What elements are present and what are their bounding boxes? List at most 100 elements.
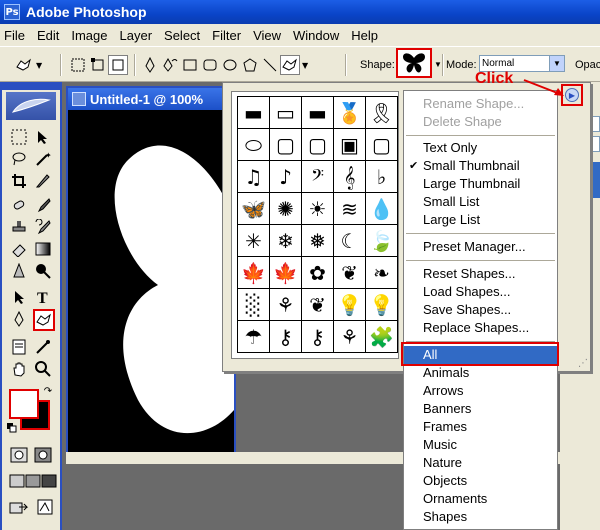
menu-filter[interactable]: Filter <box>212 28 241 43</box>
shape-thumbnail[interactable]: ❄ <box>270 225 302 257</box>
shape-thumbnail[interactable]: ✺ <box>270 193 302 225</box>
shape-thumbnail[interactable]: ❧ <box>366 257 398 289</box>
shape-thumbnail[interactable]: ❅ <box>302 225 334 257</box>
gradient-icon[interactable] <box>32 238 54 260</box>
menu-image[interactable]: Image <box>71 28 107 43</box>
shape-thumbnail[interactable]: ░ <box>238 289 270 321</box>
menu-item-arrows[interactable]: Arrows <box>404 382 557 400</box>
canvas[interactable] <box>68 110 234 462</box>
shape-thumbnail[interactable]: ❦ <box>302 289 334 321</box>
menu-item-preset-manager[interactable]: Preset Manager... <box>404 238 557 256</box>
feather-logo-icon[interactable] <box>6 92 56 120</box>
quick-mask-icon[interactable] <box>32 444 54 466</box>
shape-thumbnail[interactable]: ☂ <box>238 321 270 353</box>
foreground-color-swatch[interactable] <box>9 389 39 419</box>
standard-mode-icon[interactable] <box>8 444 30 466</box>
shape-thumbnail[interactable]: 🧩 <box>366 321 398 353</box>
shape-thumbnail[interactable]: 🍁 <box>238 257 270 289</box>
healing-brush-icon[interactable] <box>8 194 30 216</box>
shape-thumbnail[interactable]: ☀ <box>302 193 334 225</box>
menu-item-reset-shapes[interactable]: Reset Shapes... <box>404 265 557 283</box>
shape-thumbnail[interactable]: ✳ <box>238 225 270 257</box>
shape-thumbnail[interactable]: ✿ <box>302 257 334 289</box>
pen-icon[interactable] <box>140 55 160 75</box>
freeform-pen-icon[interactable] <box>160 55 180 75</box>
ellipse-icon[interactable] <box>220 55 240 75</box>
menu-item-nature[interactable]: Nature <box>404 454 557 472</box>
shape-thumbnail[interactable]: 💧 <box>366 193 398 225</box>
brush-icon[interactable] <box>32 194 54 216</box>
tool-preset-picker[interactable]: ▼ <box>14 54 42 76</box>
rounded-rectangle-icon[interactable] <box>200 55 220 75</box>
marquee-icon[interactable] <box>8 126 30 148</box>
menu-item-large-list[interactable]: Large List <box>404 211 557 229</box>
menu-item-frames[interactable]: Frames <box>404 418 557 436</box>
shape-thumbnail[interactable]: ♪ <box>270 161 302 193</box>
document-window[interactable]: Untitled-1 @ 100% <box>66 86 236 464</box>
custom-shape-tool-icon[interactable] <box>33 309 55 331</box>
pen-tool-icon[interactable] <box>8 308 30 330</box>
shape-thumbnail[interactable]: ❦ <box>334 257 366 289</box>
shape-layers-icon[interactable] <box>68 55 88 75</box>
shape-thumbnail[interactable]: ▬ <box>238 97 270 129</box>
menu-help[interactable]: Help <box>351 28 378 43</box>
shape-thumbnail[interactable]: 𝄢 <box>302 161 334 193</box>
menu-item-save-shapes[interactable]: Save Shapes... <box>404 301 557 319</box>
move-icon[interactable] <box>32 126 54 148</box>
swap-colors-icon[interactable]: ↷ <box>42 385 54 397</box>
shape-thumbnail[interactable]: ▢ <box>302 129 334 161</box>
menu-window[interactable]: Window <box>293 28 339 43</box>
eyedropper-icon[interactable] <box>32 336 54 358</box>
menu-select[interactable]: Select <box>164 28 200 43</box>
menu-item-delete-shape[interactable]: Delete Shape <box>404 113 557 131</box>
custom-shape-icon[interactable] <box>280 55 300 75</box>
menu-item-small-list[interactable]: Small List <box>404 193 557 211</box>
resize-grip-icon[interactable]: ⋰ <box>578 358 588 369</box>
polygon-icon[interactable] <box>240 55 260 75</box>
notes-icon[interactable] <box>8 336 30 358</box>
shape-thumbnail[interactable]: 🦋 <box>238 193 270 225</box>
menu-view[interactable]: View <box>253 28 281 43</box>
menu-item-replace-shapes[interactable]: Replace Shapes... <box>404 319 557 337</box>
shape-thumbnail[interactable]: ▭ <box>270 97 302 129</box>
shape-thumbnail[interactable]: ☾ <box>334 225 366 257</box>
shape-thumbnail[interactable]: 🏅 <box>334 97 366 129</box>
shape-thumbnail[interactable]: ▢ <box>270 129 302 161</box>
menu-layer[interactable]: Layer <box>120 28 153 43</box>
menu-item-banners[interactable]: Banners <box>404 400 557 418</box>
magic-wand-icon[interactable]: ✦ <box>32 148 54 170</box>
shape-thumbnail[interactable]: ⚘ <box>334 321 366 353</box>
shape-thumbnail[interactable]: 🍃 <box>366 225 398 257</box>
blur-icon[interactable] <box>8 260 30 282</box>
shape-thumbnail[interactable]: ▬ <box>302 97 334 129</box>
menu-item-load-shapes[interactable]: Load Shapes... <box>404 283 557 301</box>
type-icon[interactable]: T <box>32 286 54 308</box>
shape-thumbnail[interactable]: 🍁 <box>270 257 302 289</box>
clone-stamp-icon[interactable] <box>8 216 30 238</box>
menu-item-music[interactable]: Music <box>404 436 557 454</box>
imageready-icon[interactable] <box>34 496 56 518</box>
rectangle-icon[interactable] <box>180 55 200 75</box>
eraser-icon[interactable] <box>8 238 30 260</box>
shape-thumbnail[interactable]: ⬭ <box>238 129 270 161</box>
menu-item-animals[interactable]: Animals <box>404 364 557 382</box>
shape-thumbnail[interactable]: ♫ <box>238 161 270 193</box>
paths-icon[interactable] <box>88 55 108 75</box>
document-title-bar[interactable]: Untitled-1 @ 100% <box>68 88 234 110</box>
chevron-down-icon[interactable]: ▼ <box>302 61 308 70</box>
menu-file[interactable]: File <box>4 28 25 43</box>
shape-thumbnail[interactable]: ♭ <box>366 161 398 193</box>
shape-thumbnail[interactable]: ⚷ <box>270 321 302 353</box>
menu-item-objects[interactable]: Objects <box>404 472 557 490</box>
default-colors-icon[interactable] <box>6 422 18 434</box>
shape-thumbnail[interactable]: ⚷ <box>302 321 334 353</box>
slice-icon[interactable] <box>32 170 54 192</box>
crop-icon[interactable] <box>8 170 30 192</box>
shape-thumbnail[interactable]: ▣ <box>334 129 366 161</box>
shape-thumbnail[interactable]: 💡 <box>334 289 366 321</box>
menu-item-shapes[interactable]: Shapes <box>404 508 557 526</box>
menu-edit[interactable]: Edit <box>37 28 59 43</box>
shape-picker-button[interactable] <box>396 48 432 78</box>
lasso-icon[interactable] <box>8 148 30 170</box>
shape-thumbnail[interactable]: ≋ <box>334 193 366 225</box>
